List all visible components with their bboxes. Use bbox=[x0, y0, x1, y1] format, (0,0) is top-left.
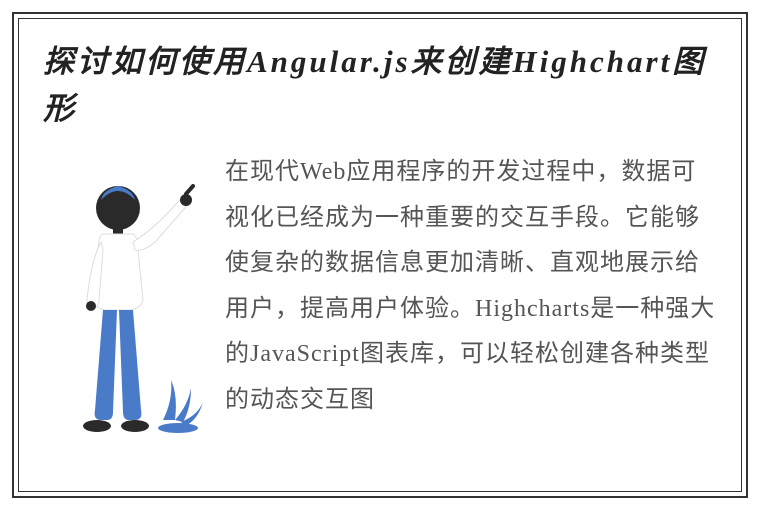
content-area: 在现代Web应用程序的开发过程中，数据可视化已经成为一种重要的交互手段。它能够使… bbox=[43, 150, 717, 480]
person-illustration bbox=[43, 150, 213, 480]
person-pointing-icon bbox=[33, 170, 213, 480]
article-title: 探讨如何使用Angular.js来创建Highchart图形 bbox=[43, 39, 717, 132]
inner-frame: 探讨如何使用Angular.js来创建Highchart图形 bbox=[18, 18, 742, 492]
outer-frame: 探讨如何使用Angular.js来创建Highchart图形 bbox=[12, 12, 748, 498]
article-body: 在现代Web应用程序的开发过程中，数据可视化已经成为一种重要的交互手段。它能够使… bbox=[221, 150, 717, 480]
